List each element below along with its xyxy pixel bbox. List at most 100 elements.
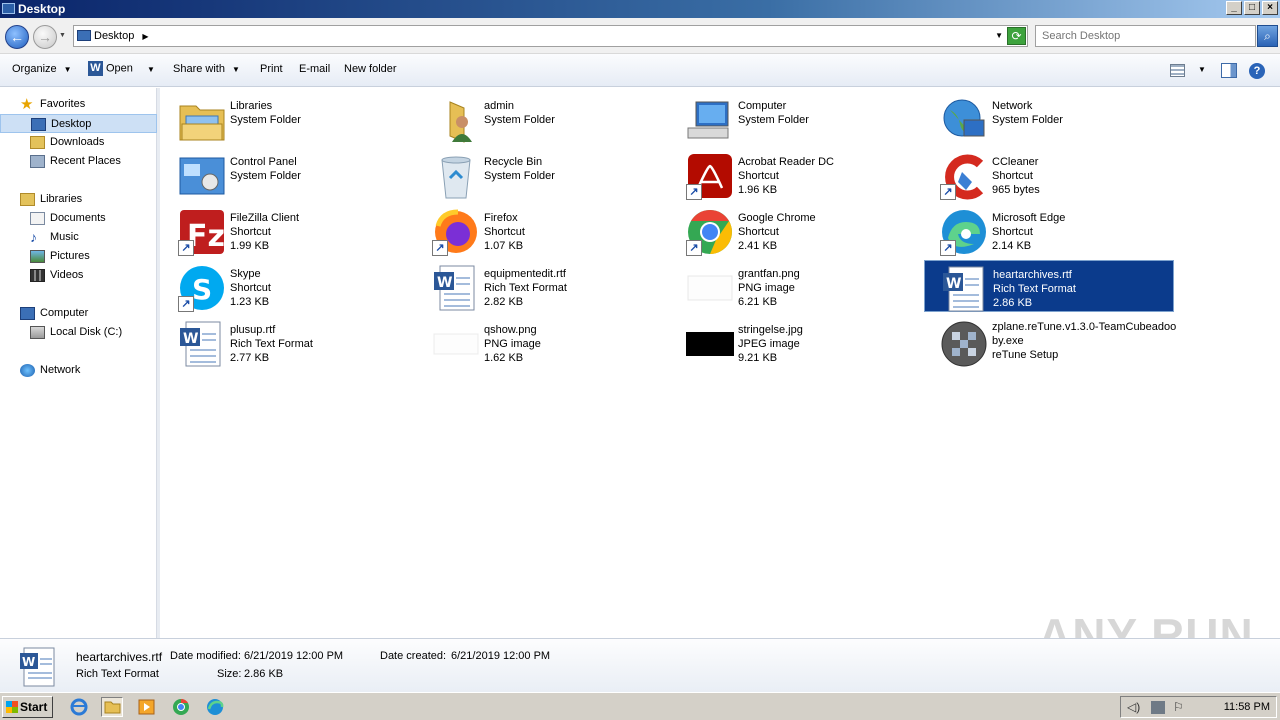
nav-favorites[interactable]: ★ Favorites [0, 95, 157, 114]
search-icon[interactable]: ⌕ [1257, 25, 1278, 47]
list-item[interactable]: zplane.reTune.v1.3.0-TeamCubeadoo by.exe r… [924, 316, 1176, 368]
svg-text:W: W [22, 655, 35, 669]
svg-text:S: S [192, 273, 212, 306]
list-item-selected[interactable]: W heartarchives.rtf Rich Text Format 2.86 … [924, 260, 1174, 312]
list-item[interactable]: ↗ CCleaner Shortcut 965 bytes [924, 148, 1174, 200]
share-with-button[interactable]: Share with ▼ [173, 63, 240, 75]
preview-pane-icon[interactable] [1221, 63, 1237, 78]
list-item[interactable]: admin System Folder [416, 92, 666, 144]
list-item[interactable]: ↗ Microsoft Edge Shortcut 2.14 KB [924, 204, 1174, 256]
organize-button[interactable]: Organize ▼ [12, 63, 72, 75]
list-item[interactable]: Recycle Bin System Folder [416, 148, 666, 200]
new-folder-button[interactable]: New folder [344, 63, 397, 75]
nav-desktop[interactable]: Desktop [0, 114, 157, 133]
volume-icon[interactable]: ◁) [1127, 701, 1141, 714]
file-type: Rich Text Format [993, 283, 1076, 295]
close-button[interactable]: × [1262, 1, 1278, 15]
edge-taskbar-icon[interactable] [204, 697, 226, 717]
file-type: Rich Text Format [230, 338, 313, 350]
open-button[interactable]: W Open [88, 61, 133, 76]
list-item[interactable]: ↗ Firefox Shortcut 1.07 KB [416, 204, 666, 256]
window-titlebar[interactable]: Desktop _ □ × [0, 0, 1280, 18]
nav-label: Network [40, 364, 81, 376]
file-type: PNG image [484, 338, 541, 350]
back-button[interactable]: ← [5, 25, 29, 49]
file-type: Rich Text Format [484, 282, 567, 294]
list-item[interactable]: Network System Folder [924, 92, 1174, 144]
change-view-icon[interactable] [1170, 64, 1185, 77]
list-item[interactable]: W plusup.rtf Rich Text Format 2.77 KB [162, 316, 412, 368]
breadcrumb-chevron-icon[interactable]: ▶ [142, 32, 148, 41]
documents-icon [30, 212, 45, 225]
address-history-dropdown[interactable]: ▼ [995, 26, 1003, 46]
file-type: System Folder [230, 114, 301, 126]
list-item[interactable]: Control Panel System Folder [162, 148, 412, 200]
file-size: 6.21 KB [738, 296, 778, 308]
email-button[interactable]: E-mail [299, 63, 330, 75]
nav-libraries[interactable]: Libraries [0, 190, 157, 209]
nav-documents[interactable]: Documents [0, 209, 157, 228]
organize-label: Organize [12, 63, 57, 75]
list-item[interactable]: ↗ Google Chrome Shortcut 2.41 KB [670, 204, 920, 256]
address-bar-area: ← → ▼ Desktop ▶ ▼ ⟳ ⌕ [0, 18, 1280, 54]
file-size: 2.82 KB [484, 296, 524, 308]
nav-recent-places[interactable]: Recent Places [0, 152, 157, 171]
rtf-document-icon: W [178, 320, 226, 368]
file-name: FileZilla Client [230, 212, 300, 224]
nav-local-disk[interactable]: Local Disk (C:) [0, 323, 157, 342]
svg-text:W: W [437, 275, 452, 291]
png-thumbnail-icon [432, 320, 480, 368]
nav-videos[interactable]: Videos [0, 266, 157, 285]
refresh-icon[interactable]: ⟳ [1007, 27, 1026, 45]
command-toolbar: Organize ▼ W Open ▼ Share with ▼ Print E-ma… [0, 54, 1280, 87]
print-button[interactable]: Print [260, 63, 283, 75]
list-item[interactable]: grantfan.png PNG image 6.21 KB [670, 260, 920, 312]
rtf-document-icon: W [18, 647, 62, 687]
shortcut-arrow-icon: ↗ [940, 184, 956, 200]
list-item[interactable]: S ↗ Skype Shortcut 1.23 KB [162, 260, 412, 312]
edge-icon: ↗ [940, 208, 988, 256]
minimize-button[interactable]: _ [1226, 1, 1242, 15]
list-item[interactable]: W equipmentedit.rtf Rich Text Format 2.82 … [416, 260, 666, 312]
file-name: qshow.png [484, 324, 537, 336]
start-button[interactable]: Start [2, 696, 53, 718]
nav-downloads[interactable]: Downloads [0, 133, 157, 152]
file-type: System Folder [484, 170, 555, 182]
address-field[interactable]: Desktop ▶ ▼ ⟳ [73, 25, 1028, 47]
file-size: 1.23 KB [230, 296, 270, 308]
nav-label: Pictures [50, 250, 90, 262]
recent-pages-dropdown[interactable]: ▼ [59, 32, 66, 39]
desktop-location-icon [77, 30, 91, 41]
recent-places-icon [30, 155, 45, 168]
list-item[interactable]: Computer System Folder [670, 92, 920, 144]
file-type: Shortcut [230, 226, 271, 238]
nav-label: Libraries [40, 193, 83, 205]
open-with-dropdown[interactable]: ▼ [147, 63, 155, 75]
list-item[interactable]: Libraries System Folder [162, 92, 412, 144]
network-status-icon[interactable] [1151, 701, 1165, 714]
forward-button[interactable]: → [33, 25, 57, 49]
file-name: plusup.rtf [230, 324, 276, 336]
search-input[interactable] [1035, 25, 1256, 47]
system-clock[interactable]: 11:58 PM [1224, 701, 1270, 713]
help-icon[interactable]: ? [1249, 63, 1265, 79]
chrome-taskbar-icon[interactable] [170, 697, 192, 717]
action-center-flag-icon[interactable]: ⚐ [1173, 701, 1187, 714]
nav-network[interactable]: Network [0, 361, 157, 380]
list-item[interactable]: Fz ↗ FileZilla Client Shortcut 1.99 KB [162, 204, 412, 256]
internet-explorer-icon[interactable] [68, 697, 90, 717]
media-player-icon[interactable] [136, 697, 158, 717]
details-pane: W heartarchives.rtf Rich Text Format Dat… [0, 638, 1280, 692]
explorer-taskbar-icon[interactable] [101, 697, 123, 717]
maximize-button[interactable]: □ [1244, 1, 1260, 15]
view-options-dropdown[interactable]: ▼ [1198, 65, 1206, 74]
list-item[interactable]: ↗ Acrobat Reader DC Shortcut 1.96 KB [670, 148, 920, 200]
details-file-name: heartarchives.rtf [76, 650, 163, 664]
list-item[interactable]: qshow.png PNG image 1.62 KB [416, 316, 666, 368]
address-location[interactable]: Desktop [94, 30, 134, 42]
nav-computer[interactable]: Computer [0, 304, 157, 323]
list-item[interactable]: stringelse.jpg JPEG image 9.21 KB [670, 316, 920, 368]
nav-pictures[interactable]: Pictures [0, 247, 157, 266]
file-type: Shortcut [484, 226, 525, 238]
nav-music[interactable]: ♪ Music [0, 228, 157, 247]
